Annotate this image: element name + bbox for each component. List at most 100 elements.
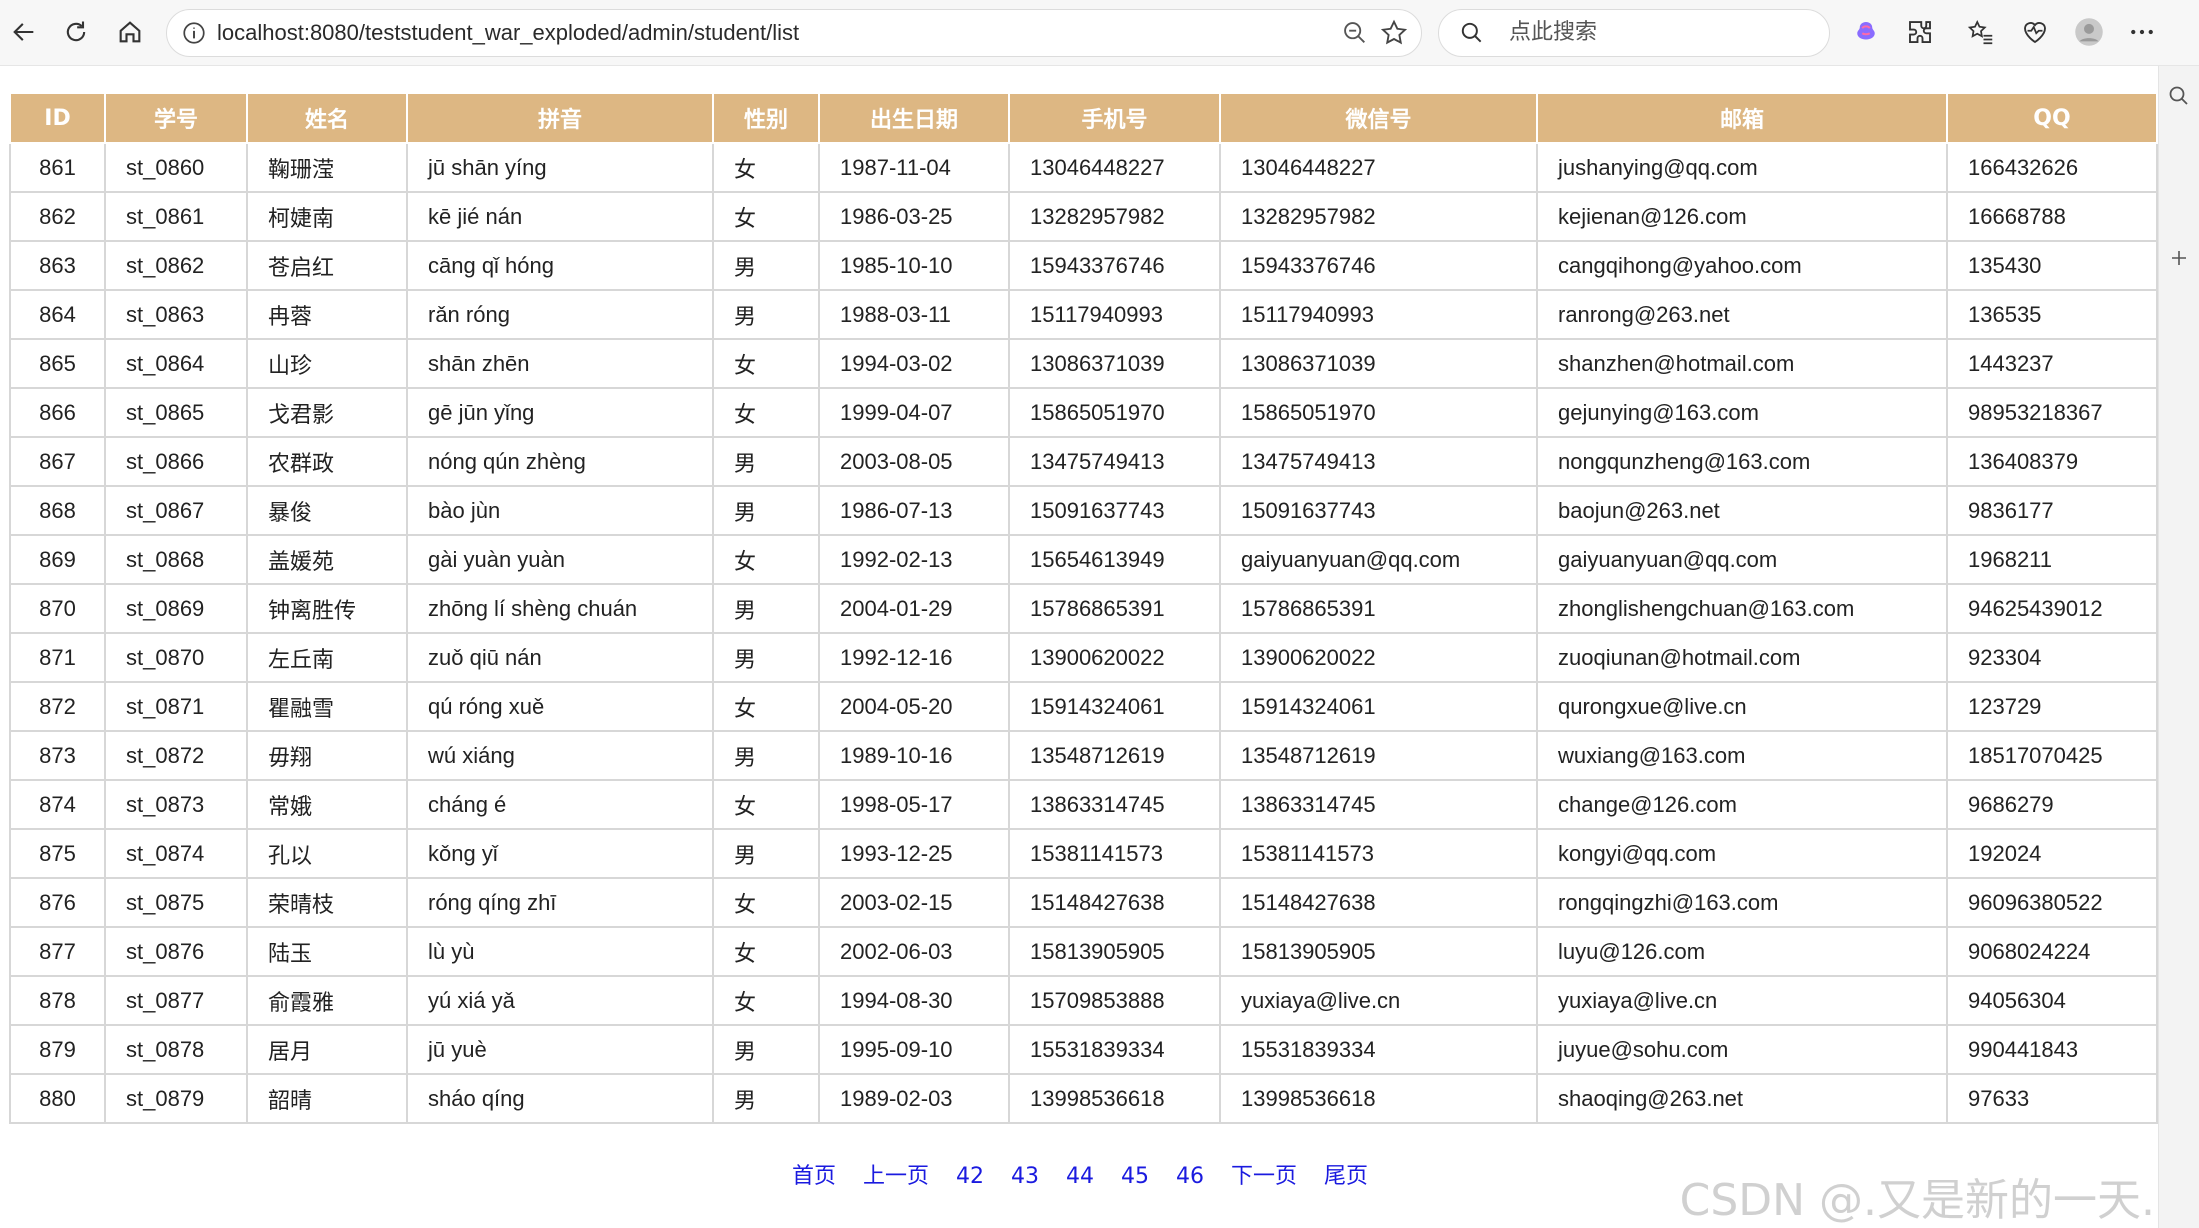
- table-row: 866 st_0865 戈君影 gē jūn yǐng 女 1999-04-07 15865…: [9, 387, 2158, 438]
- cell-id: 880: [9, 1073, 106, 1124]
- cell-email: juyue@sohu.com: [1536, 1024, 1948, 1075]
- address-bar[interactable]: localhost:8080/teststudent_war_exploded/…: [166, 9, 1422, 57]
- table-body: 861 st_0860 鞠珊滢 jū shān yíng 女 1987-11-04 1304…: [9, 142, 2158, 1124]
- page-link-46[interactable]: 46: [1176, 1164, 1204, 1189]
- cell-birthdate: 1989-02-03: [818, 1073, 1010, 1124]
- cell-birthdate: 1999-04-07: [818, 387, 1010, 438]
- cell-student-no: st_0876: [104, 926, 248, 977]
- cell-pinyin: nóng qún zhèng: [406, 436, 714, 487]
- cell-birthdate: 1986-07-13: [818, 485, 1010, 536]
- cell-qq: 96096380522: [1946, 877, 2158, 928]
- cell-id: 865: [9, 338, 106, 389]
- table-row: 870 st_0869 钟离胜传 zhōng lí shèng chuán 男 2004-…: [9, 583, 2158, 634]
- cell-email: ranrong@263.net: [1536, 289, 1948, 340]
- cell-pinyin: gē jūn yǐng: [406, 387, 714, 438]
- puzzle-icon: [1909, 21, 1931, 43]
- page-link-43[interactable]: 43: [1011, 1164, 1039, 1189]
- info-icon[interactable]: [181, 20, 207, 46]
- cell-birthdate: 1985-10-10: [818, 240, 1010, 291]
- last-page-link[interactable]: 尾页: [1324, 1164, 1368, 1189]
- cell-gender: 男: [712, 632, 820, 683]
- cell-qq: 98953218367: [1946, 387, 2158, 438]
- cell-phone: 15813905905: [1008, 926, 1221, 977]
- home-button[interactable]: [110, 12, 150, 52]
- cell-qq: 9068024224: [1946, 926, 2158, 977]
- cell-email: baojun@263.net: [1536, 485, 1948, 536]
- cell-phone: 15091637743: [1008, 485, 1221, 536]
- cell-id: 863: [9, 240, 106, 291]
- table-row: 867 st_0866 农群政 nóng qún zhèng 男 2003-08-05 13…: [9, 436, 2158, 487]
- cell-id: 875: [9, 828, 106, 879]
- cell-email: shanzhen@hotmail.com: [1536, 338, 1948, 389]
- header-student-no: 学号: [104, 92, 248, 144]
- more-menu-button[interactable]: [2124, 14, 2160, 50]
- cell-pinyin: yú xiá yǎ: [406, 975, 714, 1026]
- cell-name: 毋翔: [246, 730, 408, 781]
- cell-pinyin: jū yuè: [406, 1024, 714, 1075]
- header-phone: 手机号: [1008, 92, 1221, 144]
- table-row: 873 st_0872 毋翔 wú xiáng 男 1989-10-16 135487126…: [9, 730, 2158, 781]
- cell-wechat: 13998536618: [1219, 1073, 1538, 1124]
- prev-page-link[interactable]: 上一页: [863, 1164, 929, 1189]
- header-email: 邮箱: [1536, 92, 1948, 144]
- profile-button[interactable]: [2071, 14, 2107, 50]
- header-gender: 性别: [712, 92, 820, 144]
- cell-student-no: st_0875: [104, 877, 248, 928]
- cell-id: 867: [9, 436, 106, 487]
- cell-wechat: 13086371039: [1219, 338, 1538, 389]
- search-box[interactable]: 点此搜索: [1438, 9, 1830, 57]
- table-row: 861 st_0860 鞠珊滢 jū shān yíng 女 1987-11-04 1304…: [9, 142, 2158, 193]
- cell-student-no: st_0868: [104, 534, 248, 585]
- cell-birthdate: 1994-08-30: [818, 975, 1010, 1026]
- cell-name: 冉蓉: [246, 289, 408, 340]
- table-row: 871 st_0870 左丘南 zuǒ qiū nán 男 1992-12-16 13900…: [9, 632, 2158, 683]
- cell-qq: 9686279: [1946, 779, 2158, 830]
- url-text[interactable]: localhost:8080/teststudent_war_exploded/…: [217, 10, 799, 56]
- cell-birthdate: 1998-05-17: [818, 779, 1010, 830]
- cell-id: 868: [9, 485, 106, 536]
- cell-name: 居月: [246, 1024, 408, 1075]
- next-page-link[interactable]: 下一页: [1231, 1164, 1297, 1189]
- cell-pinyin: jū shān yíng: [406, 142, 714, 193]
- cell-student-no: st_0873: [104, 779, 248, 830]
- page-link-42[interactable]: 42: [956, 1164, 984, 1189]
- copilot-button[interactable]: [1848, 14, 1884, 50]
- sidebar-add-icon[interactable]: [2167, 246, 2191, 270]
- cell-email: kejienan@126.com: [1536, 191, 1948, 242]
- cell-email: nongqunzheng@163.com: [1536, 436, 1948, 487]
- sidebar-search-icon[interactable]: [2167, 84, 2191, 108]
- cell-wechat: 15091637743: [1219, 485, 1538, 536]
- header-wechat: 微信号: [1219, 92, 1538, 144]
- reload-button[interactable]: [56, 12, 96, 52]
- favorites-button[interactable]: [1963, 14, 1999, 50]
- favorites-list-icon: [1967, 19, 1993, 45]
- cell-birthdate: 1992-02-13: [818, 534, 1010, 585]
- cell-wechat: 15148427638: [1219, 877, 1538, 928]
- search-placeholder[interactable]: 点此搜索: [1509, 10, 1597, 56]
- favorite-star-icon[interactable]: [1379, 18, 1409, 48]
- cell-email: rongqingzhi@163.com: [1536, 877, 1948, 928]
- browser-health-button[interactable]: [2017, 14, 2053, 50]
- zoom-out-icon[interactable]: [1341, 19, 1369, 47]
- back-button[interactable]: [4, 12, 44, 52]
- cell-phone: 15531839334: [1008, 1024, 1221, 1075]
- cell-qq: 136535: [1946, 289, 2158, 340]
- first-page-link[interactable]: 首页: [792, 1164, 836, 1189]
- cell-wechat: 15914324061: [1219, 681, 1538, 732]
- student-table-container: ID 学号 姓名 拼音 性别 出生日期 手机号 微信号 邮箱 QQ 861 st_…: [9, 92, 2158, 1124]
- cell-qq: 123729: [1946, 681, 2158, 732]
- reload-icon: [66, 21, 86, 42]
- cell-name: 左丘南: [246, 632, 408, 683]
- cell-student-no: st_0870: [104, 632, 248, 683]
- cell-name: 鞠珊滢: [246, 142, 408, 193]
- cell-phone: 15117940993: [1008, 289, 1221, 340]
- cell-email: cangqihong@yahoo.com: [1536, 240, 1948, 291]
- extensions-button[interactable]: [1902, 14, 1938, 50]
- cell-name: 瞿融雪: [246, 681, 408, 732]
- page-link-45[interactable]: 45: [1121, 1164, 1149, 1189]
- cell-pinyin: shān zhēn: [406, 338, 714, 389]
- cell-student-no: st_0867: [104, 485, 248, 536]
- cell-phone: 15865051970: [1008, 387, 1221, 438]
- page-link-44[interactable]: 44: [1066, 1164, 1094, 1189]
- cell-qq: 990441843: [1946, 1024, 2158, 1075]
